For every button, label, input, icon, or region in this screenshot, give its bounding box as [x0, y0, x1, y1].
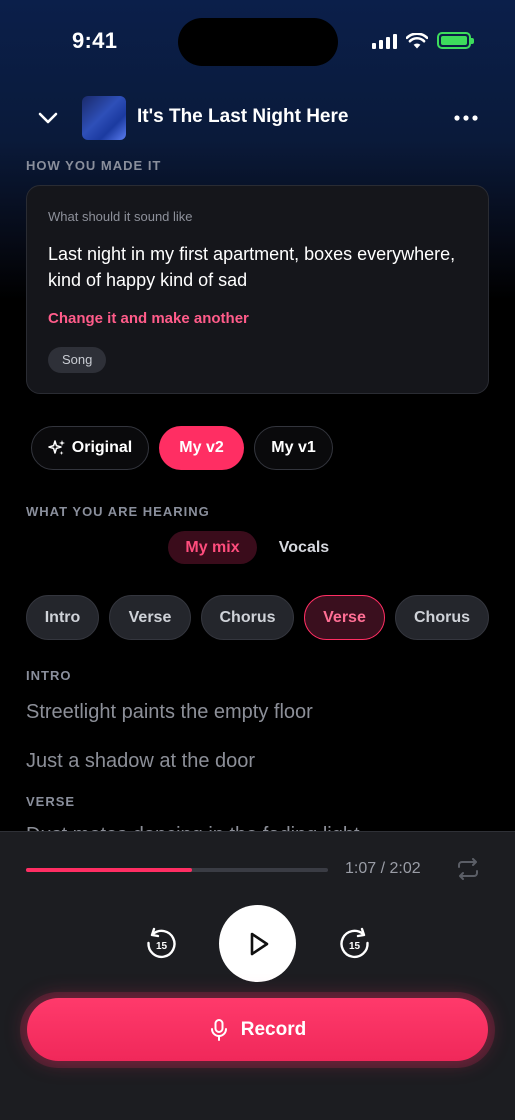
prompt-question: What should it sound like — [48, 209, 193, 224]
screen: 9:41 It's The Last Night Here HOW YOU MA… — [0, 0, 515, 1120]
version-v2-pill[interactable]: My v2 — [159, 426, 244, 470]
progress-fill — [26, 868, 193, 872]
wifi-icon — [406, 32, 428, 48]
version-original-pill[interactable]: Original — [31, 426, 149, 470]
skip-forward-15-icon: 15 — [340, 927, 369, 959]
change-and-make-another-link[interactable]: Change it and make another — [48, 310, 249, 327]
what-you-are-hearing-label: WHAT YOU ARE HEARING — [26, 504, 210, 519]
dynamic-island — [178, 18, 338, 66]
svg-text:15: 15 — [349, 941, 361, 952]
vocals-toggle[interactable]: Vocals — [266, 531, 342, 564]
section-chip-chorus[interactable]: Chorus — [201, 595, 294, 640]
version-v1-label: My v1 — [271, 439, 316, 456]
cellular-signal-icon — [372, 33, 397, 49]
version-v2-label: My v2 — [179, 439, 224, 456]
svg-text:15: 15 — [156, 941, 168, 952]
song-title: It's The Last Night Here — [137, 106, 349, 127]
player-panel: 1:07 / 2:02 15 15 Record — [0, 831, 515, 1120]
skip-back-15-icon: 15 — [147, 927, 176, 959]
song-type-tag: Song — [48, 347, 107, 373]
lyric-line: Just a shadow at the door — [26, 750, 256, 772]
progress-bar[interactable] — [26, 868, 328, 872]
playback-time: 1:07 / 2:02 — [345, 860, 421, 877]
play-icon — [250, 932, 268, 955]
status-bar: 9:41 — [0, 0, 515, 84]
section-chip-intro[interactable]: Intro — [26, 595, 99, 640]
more-horizontal-icon[interactable] — [453, 106, 479, 130]
prompt-card: What should it sound like Last night in … — [26, 185, 489, 394]
song-artwork — [82, 96, 126, 140]
prompt-text: Last night in my first apartment, boxes … — [48, 244, 456, 290]
lyrics-verse-heading: VERSE — [26, 794, 76, 809]
chevron-down-icon[interactable] — [36, 106, 60, 130]
microphone-icon — [210, 1018, 227, 1041]
skip-back-15-button[interactable]: 15 — [143, 926, 179, 962]
section-chip-verse[interactable]: Verse — [109, 595, 191, 640]
repeat-icon[interactable] — [455, 858, 481, 880]
status-time: 9:41 — [72, 28, 118, 53]
header: It's The Last Night Here — [0, 96, 515, 140]
status-icons — [372, 32, 474, 49]
section-chip-chorus-2[interactable]: Chorus — [395, 595, 489, 640]
my-mix-toggle[interactable]: My mix — [168, 531, 257, 564]
version-v1-pill[interactable]: My v1 — [254, 426, 333, 470]
lyrics-intro-heading: INTRO — [26, 668, 72, 683]
version-original-label: Original — [71, 439, 133, 456]
how-you-made-it-label: HOW YOU MADE IT — [26, 158, 162, 173]
battery-icon — [437, 32, 474, 49]
sparkle-icon — [48, 440, 65, 455]
skip-forward-15-button[interactable]: 15 — [337, 926, 373, 962]
record-button[interactable]: Record — [27, 998, 488, 1061]
record-label: Record — [240, 1018, 307, 1040]
lyric-line: Streetlight paints the empty floor — [26, 701, 313, 723]
play-button[interactable] — [219, 905, 296, 982]
section-chip-verse-selected[interactable]: Verse — [304, 595, 385, 640]
